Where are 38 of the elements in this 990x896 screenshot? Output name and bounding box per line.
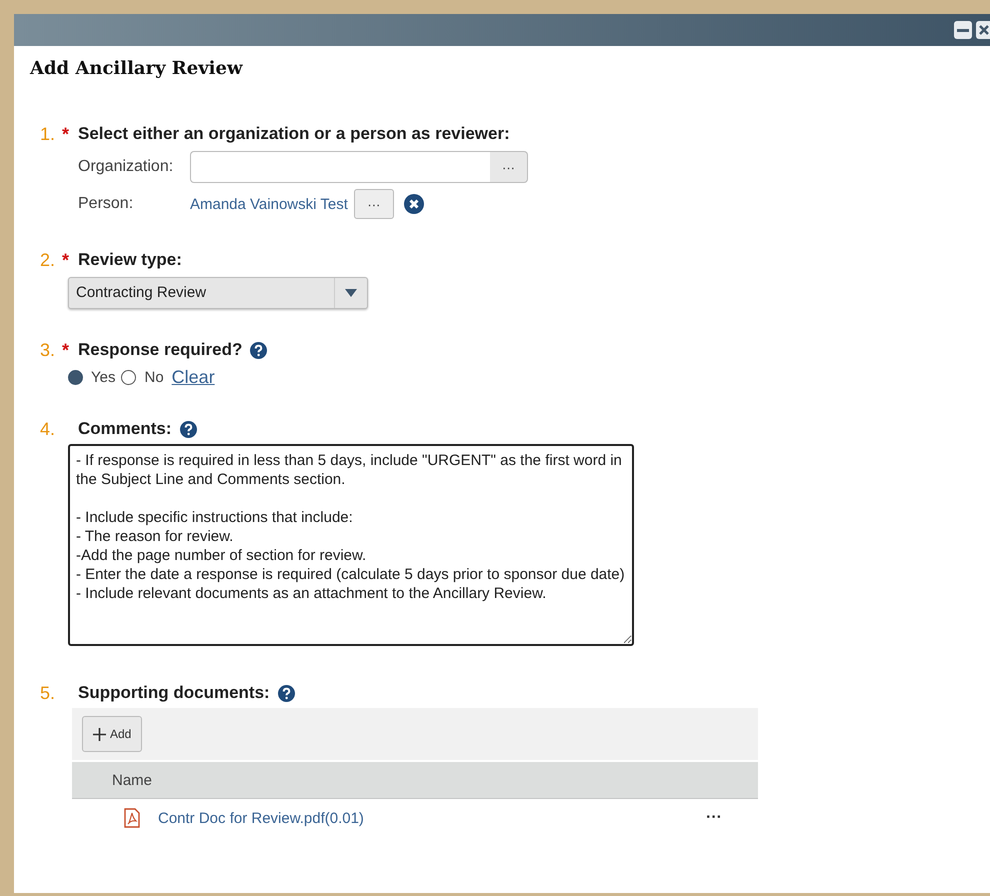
question-number: 4. <box>40 418 56 440</box>
required-mark: * <box>62 250 70 270</box>
browse-button[interactable]: ··· <box>354 189 394 219</box>
organization-label: Organization: <box>78 158 174 176</box>
row-menu-button[interactable]: ··· <box>700 808 728 828</box>
radio-button[interactable] <box>121 370 136 385</box>
question-label: Response required? <box>78 340 242 360</box>
question-number: 2. <box>40 250 56 270</box>
pdf-file-icon <box>124 808 140 828</box>
required-mark: * <box>62 340 70 360</box>
question-label: Supporting documents: <box>78 683 270 703</box>
dropdown-arrow-icon <box>345 289 357 297</box>
add-button[interactable]: Add <box>82 716 142 752</box>
question-number: 3. <box>40 340 56 360</box>
radio-button[interactable] <box>68 370 83 385</box>
document-link[interactable]: Contr Doc for Review.pdf(0.01) <box>158 810 700 826</box>
plus-icon <box>93 728 106 740</box>
minimize-icon[interactable] <box>954 21 972 39</box>
comments-field[interactable]: - If response is required in less than 5 days, include "URGENT" as the first word in the Subject Line and Comments section. - Include specific instructions that include: - The reason for review. -Add the page number of section for review. - Enter the date a response is required (calculate 5 days prior to sponsor due date) - Include relevant documents as an attachment to the Ancillary Review. <box>68 444 634 646</box>
dialog-title: Add Ancillary Review <box>30 58 244 79</box>
help-icon[interactable] <box>180 420 197 438</box>
help-icon[interactable] <box>250 342 268 358</box>
review-type-dropdown[interactable]: Contracting Review <box>68 277 368 309</box>
help-icon[interactable] <box>278 684 295 702</box>
required-mark: * <box>62 124 70 144</box>
person-label: Person: <box>78 195 134 213</box>
question-label: Select either an organization or a person as reviewer: <box>78 124 510 144</box>
question-number: 5. <box>40 682 56 704</box>
clear-link[interactable]: Clear <box>172 367 215 388</box>
question-label: Comments: <box>78 419 172 439</box>
clear-icon[interactable] <box>404 194 424 214</box>
column-header: Name <box>112 772 152 788</box>
question-number: 1. <box>40 124 56 144</box>
close-icon[interactable] <box>976 21 990 39</box>
radio-label: No <box>144 369 164 386</box>
radio-label: Yes <box>91 369 116 386</box>
question-label: Review type: <box>78 250 182 270</box>
person-name: Amanda Vainowski Test <box>190 196 348 212</box>
